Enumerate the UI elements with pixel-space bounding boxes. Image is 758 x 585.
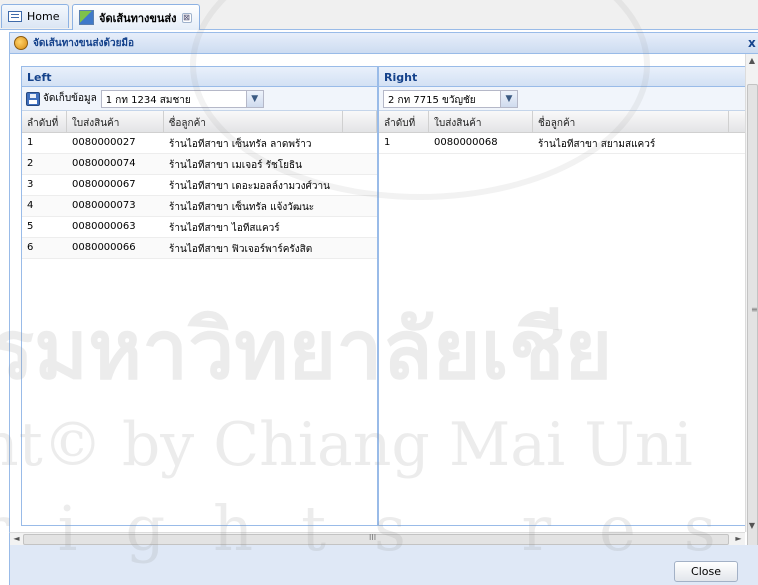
left-toolbar: จัดเก็บข้อมูล 1 กท 1234 สมชาย ▼ <box>22 87 377 111</box>
table-cell: 0080000063 <box>72 221 136 232</box>
left-grid-body: 1 0080000027 ร้านไอทีสาขา เซ็นทรัล ลาดพร… <box>22 133 377 259</box>
table-cell: 2 <box>27 158 34 169</box>
tab-route-label: จัดเส้นทางขนส่ง <box>99 11 177 25</box>
table-row[interactable]: 2 0080000074 ร้านไอทีสาขา เมเจอร์ รัชโยธ… <box>22 154 377 175</box>
scroll-down-icon[interactable]: ▼ <box>746 519 758 532</box>
close-button[interactable]: Close <box>674 561 738 582</box>
table-cell: ร้านไอทีสาขา เซ็นทรัล ลาดพร้าว <box>169 139 312 150</box>
table-cell: ร้านไอทีสาขา ฟิวเจอร์พาร์ครังสิต <box>169 244 313 255</box>
column-header[interactable]: ชื่อลูกค้า <box>533 111 729 132</box>
column-header[interactable]: ชื่อลูกค้า <box>164 111 344 132</box>
tab-home[interactable]: Home <box>1 4 69 28</box>
route-icon <box>79 10 94 25</box>
table-cell: 0080000067 <box>72 179 136 190</box>
horizontal-scrollbar[interactable]: ◄ III ► <box>9 532 745 545</box>
chevron-down-icon[interactable]: ▼ <box>245 90 263 107</box>
window-close-icon[interactable]: x <box>748 36 758 50</box>
table-cell: 4 <box>27 200 34 211</box>
right-panel: Right 2 กท 7715 ขวัญชัย ▼ ลำดับที่ ใบส่ง… <box>378 66 748 526</box>
tab-home-label: Home <box>27 10 60 23</box>
left-vehicle-value: 1 กท 1234 สมชาย <box>105 94 191 106</box>
table-cell: ร้านไอทีสาขา สยามสแควร์ <box>538 139 656 150</box>
close-tab-icon[interactable]: ⊠ <box>181 12 192 23</box>
window-footer: Close <box>9 545 758 585</box>
column-header[interactable]: ลำดับที่ <box>22 111 67 132</box>
table-cell: ร้านไอทีสาขา เดอะมอลล์งามวงศ์วาน <box>169 181 330 192</box>
window-body: Left จัดเก็บข้อมูล 1 กท 1234 สมชาย ▼ ลำด… <box>9 54 758 532</box>
window-header: จัดเส้นทางขนส่งด้วยมือ x <box>9 32 758 54</box>
chevron-down-icon[interactable]: ▼ <box>500 90 517 107</box>
table-cell: 0080000066 <box>72 242 136 253</box>
scroll-up-icon[interactable]: ▲ <box>746 54 758 67</box>
table-cell: 5 <box>27 221 34 232</box>
home-icon <box>8 11 22 22</box>
grip-icon: ≡ <box>751 305 758 314</box>
table-cell: 0080000074 <box>72 158 136 169</box>
grip-icon: III <box>369 533 377 542</box>
right-toolbar: 2 กท 7715 ขวัญชัย ▼ <box>379 87 747 111</box>
vertical-scrollbar[interactable]: ▲ ≡ ▼ <box>745 54 758 550</box>
save-button[interactable]: จัดเก็บข้อมูล <box>26 91 97 106</box>
right-vehicle-value: 2 กท 7715 ขวัญชัย <box>388 94 476 106</box>
wizard-icon <box>14 36 28 50</box>
table-row[interactable]: 3 0080000067 ร้านไอทีสาขา เดอะมอลล์งามวง… <box>22 175 377 196</box>
table-cell: 0080000068 <box>434 137 498 148</box>
horizontal-scroll-thumb[interactable]: III <box>23 533 729 545</box>
right-panel-title: Right <box>379 67 747 87</box>
column-header[interactable]: ลำดับที่ <box>379 111 429 132</box>
right-vehicle-select[interactable]: 2 กท 7715 ขวัญชัย ▼ <box>383 89 518 108</box>
save-button-label: จัดเก็บข้อมูล <box>43 93 97 104</box>
table-row[interactable]: 1 0080000068 ร้านไอทีสาขา สยามสแควร์ <box>379 133 747 154</box>
table-row[interactable]: 6 0080000066 ร้านไอทีสาขา ฟิวเจอร์พาร์คร… <box>22 238 377 259</box>
tab-route-planning[interactable]: จัดเส้นทางขนส่ง ⊠ <box>72 4 200 30</box>
table-cell: 1 <box>384 137 391 148</box>
window-title: จัดเส้นทางขนส่งด้วยมือ <box>33 37 135 49</box>
column-header[interactable]: ใบส่งสินค้า <box>429 111 533 132</box>
table-cell: ร้านไอทีสาขา เซ็นทรัล แจ้งวัฒนะ <box>169 202 315 213</box>
table-cell: 0080000027 <box>72 137 136 148</box>
left-panel: Left จัดเก็บข้อมูล 1 กท 1234 สมชาย ▼ ลำด… <box>21 66 378 526</box>
table-row[interactable]: 5 0080000063 ร้านไอทีสาขา ไอทีสแควร์ <box>22 217 377 238</box>
table-cell: 1 <box>27 137 34 148</box>
vertical-scroll-thumb[interactable]: ≡ <box>747 84 758 550</box>
table-row[interactable]: 4 0080000073 ร้านไอทีสาขา เซ็นทรัล แจ้งว… <box>22 196 377 217</box>
tab-bar: Home จัดเส้นทางขนส่ง ⊠ <box>0 0 758 30</box>
save-icon <box>26 91 40 106</box>
table-cell: 0080000073 <box>72 200 136 211</box>
column-header-spacer <box>343 111 377 132</box>
left-vehicle-select[interactable]: 1 กท 1234 สมชาย ▼ <box>100 89 264 108</box>
right-grid-header: ลำดับที่ ใบส่งสินค้า ชื่อลูกค้า <box>379 111 747 133</box>
table-cell: 3 <box>27 179 34 190</box>
table-cell: 6 <box>27 242 34 253</box>
right-grid-body: 1 0080000068 ร้านไอทีสาขา สยามสแควร์ <box>379 133 747 154</box>
table-row[interactable]: 1 0080000027 ร้านไอทีสาขา เซ็นทรัล ลาดพร… <box>22 133 377 154</box>
column-header[interactable]: ใบส่งสินค้า <box>67 111 164 132</box>
table-cell: ร้านไอทีสาขา ไอทีสแควร์ <box>169 223 280 234</box>
left-grid-header: ลำดับที่ ใบส่งสินค้า ชื่อลูกค้า <box>22 111 377 133</box>
table-cell: ร้านไอทีสาขา เมเจอร์ รัชโยธิน <box>169 160 302 171</box>
left-panel-title: Left <box>22 67 377 87</box>
